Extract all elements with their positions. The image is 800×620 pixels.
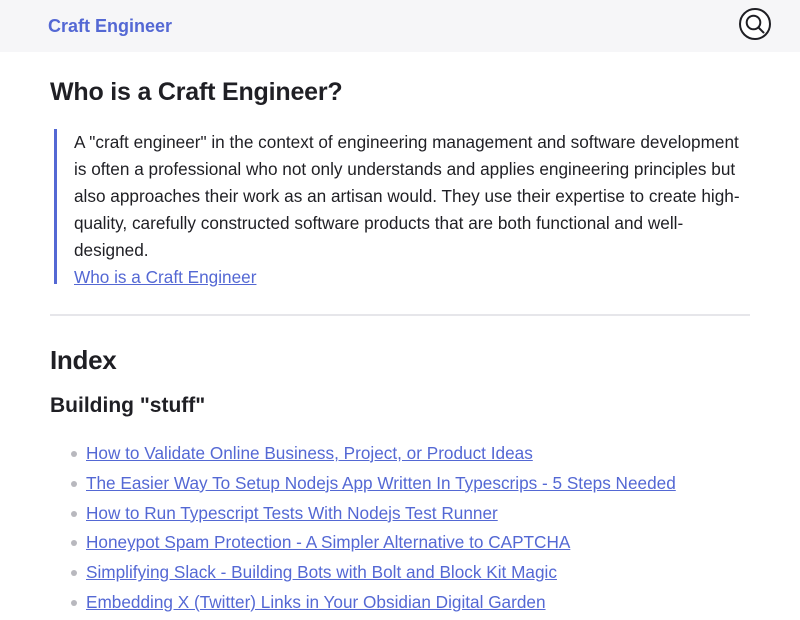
blockquote-text-block: A "craft engineer" in the context of eng…: [74, 129, 750, 291]
list-item: Simplifying Slack - Building Bots with B…: [50, 560, 750, 590]
definition-text: A "craft engineer" in the context of eng…: [74, 132, 740, 260]
site-title-link[interactable]: Craft Engineer: [48, 14, 172, 38]
blockquote-accent-bar: [54, 129, 57, 284]
bullet-icon: [71, 540, 77, 547]
list-item: Honeypot Spam Protection - A Simpler Alt…: [50, 530, 750, 560]
definition-blockquote: A "craft engineer" in the context of eng…: [50, 129, 750, 287]
bullet-icon: [71, 599, 77, 606]
article-link[interactable]: Simplifying Slack - Building Bots with B…: [86, 562, 557, 582]
article-link[interactable]: Embedding X (Twitter) Links in Your Obsi…: [86, 592, 546, 612]
bullet-icon: [71, 451, 77, 457]
index-heading: Index: [50, 345, 117, 375]
section-divider: [50, 314, 750, 316]
who-is-craft-engineer-link[interactable]: Who is a Craft Engineer: [74, 267, 256, 287]
list-item: The Easier Way To Setup Nodejs App Writt…: [50, 471, 750, 501]
section-heading-building-stuff: Building "stuff": [50, 394, 206, 417]
search-button[interactable]: [739, 8, 771, 40]
article-list: How to Validate Online Business, Project…: [50, 441, 750, 620]
article-link[interactable]: How to Run Typescript Tests With Nodejs …: [86, 503, 498, 523]
list-item: How to Run Typescript Tests With Nodejs …: [50, 501, 750, 531]
article-link[interactable]: How to Validate Online Business, Project…: [86, 443, 533, 463]
top-navigation-bar: Craft Engineer: [0, 0, 800, 52]
page-title: Who is a Craft Engineer?: [50, 78, 343, 106]
search-icon: [745, 14, 765, 34]
bullet-icon: [71, 570, 77, 577]
list-item: Embedding X (Twitter) Links in Your Obsi…: [50, 590, 750, 620]
bullet-icon: [71, 480, 77, 487]
bullet-icon: [71, 510, 77, 517]
article-link[interactable]: The Easier Way To Setup Nodejs App Writt…: [86, 473, 676, 493]
list-item: How to Validate Online Business, Project…: [50, 441, 750, 471]
article-link[interactable]: Honeypot Spam Protection - A Simpler Alt…: [86, 532, 570, 552]
